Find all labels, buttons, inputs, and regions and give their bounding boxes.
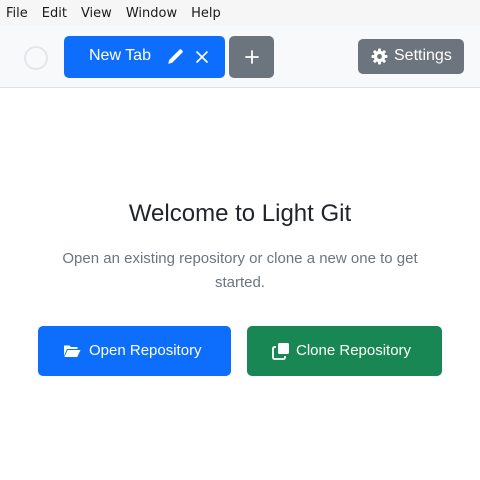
menu-edit[interactable]: Edit (42, 6, 67, 21)
tab-bar: New Tab Settings (0, 26, 480, 88)
clone-icon (272, 343, 289, 360)
tab-label: New Tab (89, 47, 151, 64)
loading-spinner-icon (24, 46, 48, 70)
menu-file[interactable]: File (6, 6, 28, 21)
pencil-icon[interactable] (166, 48, 184, 66)
tab-new-tab[interactable]: New Tab (64, 36, 225, 78)
menu-window[interactable]: Window (126, 6, 177, 21)
close-icon[interactable] (194, 49, 210, 65)
settings-label: Settings (394, 47, 452, 64)
clone-repository-label: Clone Repository (296, 342, 412, 359)
clone-repository-button[interactable]: Clone Repository (247, 326, 442, 376)
folder-open-icon (64, 345, 81, 357)
open-repository-label: Open Repository (89, 342, 202, 359)
settings-button[interactable]: Settings (358, 39, 464, 74)
welcome-title: Welcome to Light Git (128, 200, 352, 227)
menu-bar: File Edit View Window Help (0, 0, 480, 26)
new-tab-button[interactable] (229, 36, 274, 78)
gear-icon (371, 48, 388, 65)
welcome-subtitle: Open an existing repository or clone a n… (62, 250, 418, 291)
menu-help[interactable]: Help (191, 6, 221, 21)
open-repository-button[interactable]: Open Repository (38, 326, 231, 376)
menu-view[interactable]: View (81, 6, 112, 21)
plus-icon (244, 50, 259, 64)
